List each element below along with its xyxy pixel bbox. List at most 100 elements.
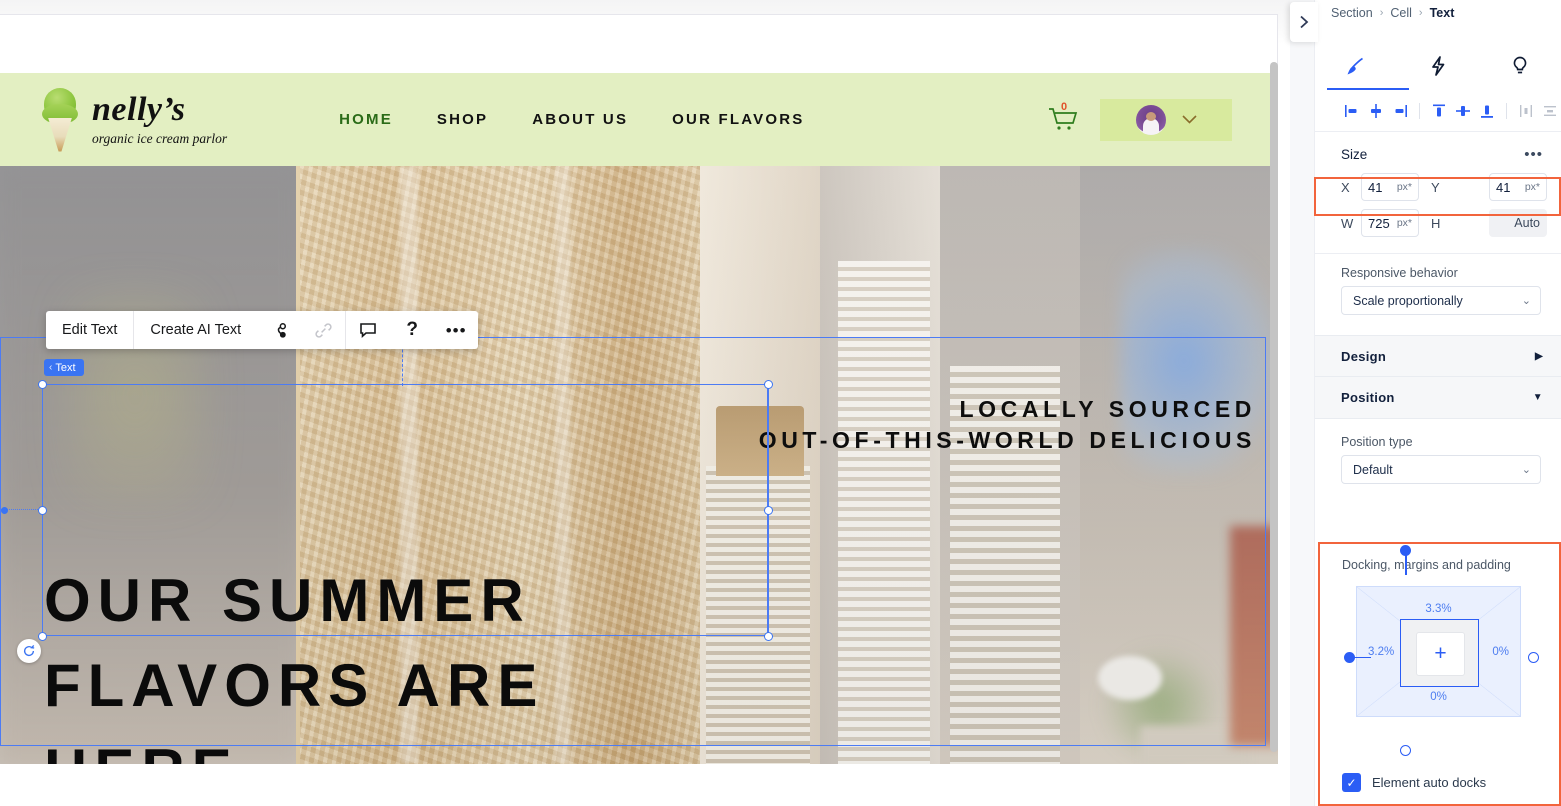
next-section	[0, 772, 1278, 806]
dock-pin-bottom[interactable]	[1400, 745, 1411, 756]
distribute-horizontal-icon[interactable]	[1515, 99, 1537, 123]
chevron-right-icon: ▶	[1535, 350, 1543, 362]
edit-text-button[interactable]: Edit Text	[46, 311, 133, 349]
breadcrumb-section[interactable]: Section	[1331, 6, 1373, 20]
dock-pin-top[interactable]	[1400, 545, 1411, 575]
rotate-handle-icon[interactable]	[17, 639, 41, 663]
hero-tagline-line1: LOCALLY SOURCED	[959, 396, 1256, 422]
site-header: nelly’s organic ice cream parlor HOME SH…	[0, 73, 1278, 166]
docking-center-plus[interactable]: +	[1416, 632, 1465, 676]
nav-item-about-us[interactable]: ABOUT US	[532, 111, 628, 128]
dock-pin-left[interactable]	[1344, 652, 1371, 663]
position-accordion-label: Position	[1341, 390, 1395, 405]
h-value: Auto	[1514, 216, 1540, 230]
h-input[interactable]: Auto	[1489, 209, 1547, 237]
checkmark-icon: ✓	[1346, 775, 1357, 790]
x-label: X	[1341, 179, 1350, 195]
tag-back-chevron-icon: ‹	[49, 362, 53, 373]
create-ai-text-button[interactable]: Create AI Text	[134, 311, 257, 349]
comment-icon[interactable]	[346, 311, 390, 349]
y-unit: px*	[1524, 181, 1540, 193]
alignment-divider-2	[1506, 102, 1507, 119]
breadcrumb-cell[interactable]: Cell	[1390, 6, 1412, 20]
ice-cream-cone-icon	[40, 86, 80, 154]
align-middle-vertical-icon[interactable]	[1452, 99, 1474, 123]
page-preview-frame[interactable]: nelly’s organic ice cream parlor HOME SH…	[0, 14, 1278, 806]
docking-bottom-value[interactable]: 0%	[1430, 691, 1447, 703]
canvas-area[interactable]: nelly’s organic ice cream parlor HOME SH…	[0, 0, 1290, 806]
dock-pin-right[interactable]	[1528, 652, 1539, 663]
resize-handle-bottom-left[interactable]	[38, 632, 47, 641]
y-label: Y	[1431, 179, 1440, 195]
panel-tabs	[1315, 42, 1561, 90]
align-top-icon[interactable]	[1428, 99, 1450, 123]
docking-diagram[interactable]: 3.3% 0% 3.2% 0% +	[1356, 586, 1521, 717]
site-logo[interactable]: nelly’s organic ice cream parlor	[40, 86, 227, 154]
nav-item-home[interactable]: HOME	[339, 111, 393, 128]
distribute-vertical-icon[interactable]	[1539, 99, 1561, 123]
resize-handle-middle-right[interactable]	[764, 506, 773, 515]
position-type-select[interactable]: Default ⌄	[1341, 455, 1541, 484]
hero-section[interactable]: LOCALLY SOURCED OUT-OF-THIS-WORLD DELICI…	[0, 166, 1278, 764]
panel-gutter	[1290, 0, 1314, 806]
help-icon[interactable]: ?	[390, 311, 434, 349]
docking-inner-box: +	[1400, 619, 1479, 687]
resize-handle-bottom-right[interactable]	[764, 632, 773, 641]
account-menu[interactable]	[1100, 98, 1232, 141]
context-toolbar[interactable]: Edit Text Create AI Text ? •••	[46, 311, 479, 349]
responsive-behavior-select[interactable]: Scale proportionally ⌄	[1341, 286, 1541, 315]
breadcrumb: Section › Cell › Text	[1315, 0, 1561, 20]
docking-panel[interactable]: Docking, margins and padding 3.3% 0% 3.2…	[1318, 542, 1561, 806]
site-nav: HOME SHOP ABOUT US OUR FLAVORS	[339, 111, 804, 128]
tab-design[interactable]	[1315, 42, 1397, 90]
align-bottom-icon[interactable]	[1476, 99, 1498, 123]
design-accordion[interactable]: Design ▶	[1315, 335, 1561, 377]
chevron-down-icon: ⌄	[1521, 464, 1531, 476]
size-more-icon[interactable]: •••	[1524, 146, 1543, 163]
connect-data-icon[interactable]	[257, 311, 301, 349]
x-input[interactable]: 41 px*	[1361, 173, 1419, 201]
brand-tagline: organic ice cream parlor	[92, 131, 228, 147]
y-input[interactable]: 41 px*	[1489, 173, 1547, 201]
align-center-horizontal-icon[interactable]	[1365, 99, 1387, 123]
resize-handle-top-left[interactable]	[38, 380, 47, 389]
h-label: H	[1431, 215, 1441, 231]
chevron-right-icon	[1300, 15, 1309, 29]
editor-root: nelly’s organic ice cream parlor HOME SH…	[0, 0, 1561, 806]
docking-top-value[interactable]: 3.3%	[1425, 603, 1451, 615]
size-section-header: Size •••	[1315, 132, 1561, 169]
selected-element-tag[interactable]: ‹ Text	[44, 359, 84, 376]
resize-handle-top-right[interactable]	[764, 380, 773, 389]
nav-item-our-flavors[interactable]: OUR FLAVORS	[672, 111, 804, 128]
element-auto-docks-row[interactable]: ✓ Element auto docks	[1342, 773, 1486, 792]
x-value: 41	[1368, 179, 1383, 195]
more-options-icon[interactable]: •••	[434, 311, 478, 349]
lightning-bolt-icon	[1432, 56, 1445, 76]
position-type-label: Position type	[1341, 435, 1413, 449]
docking-right-value[interactable]: 0%	[1492, 646, 1509, 658]
align-left-icon[interactable]	[1341, 99, 1363, 123]
hero-tagline[interactable]: LOCALLY SOURCED OUT-OF-THIS-WORLD DELICI…	[759, 394, 1256, 456]
tab-insights[interactable]	[1479, 42, 1561, 90]
panel-collapse-button[interactable]	[1290, 2, 1318, 42]
link-icon[interactable]	[301, 311, 345, 349]
element-auto-docks-checkbox[interactable]: ✓	[1342, 773, 1361, 792]
breadcrumb-text[interactable]: Text	[1430, 6, 1455, 20]
responsive-behavior-label: Responsive behavior	[1341, 266, 1458, 280]
nav-item-shop[interactable]: SHOP	[437, 111, 488, 128]
docking-left-value[interactable]: 3.2%	[1368, 646, 1394, 658]
canvas-vertical-scrollbar[interactable]	[1270, 62, 1278, 752]
w-input[interactable]: 725 px*	[1361, 209, 1419, 237]
size-title: Size	[1341, 147, 1368, 162]
tab-interactions[interactable]	[1397, 42, 1479, 90]
resize-handle-middle-left[interactable]	[38, 506, 47, 515]
position-accordion[interactable]: Position ▼	[1315, 377, 1561, 419]
avatar	[1135, 104, 1166, 135]
design-accordion-label: Design	[1341, 348, 1387, 364]
chevron-down-icon	[1181, 115, 1197, 124]
align-right-icon[interactable]	[1389, 99, 1411, 123]
shopping-cart-icon[interactable]: 0	[1048, 101, 1078, 134]
more-glyph: •••	[445, 320, 467, 340]
alignment-divider-1	[1419, 102, 1420, 119]
hero-title[interactable]: OUR SUMMER FLAVORS ARE HERE	[44, 558, 744, 764]
